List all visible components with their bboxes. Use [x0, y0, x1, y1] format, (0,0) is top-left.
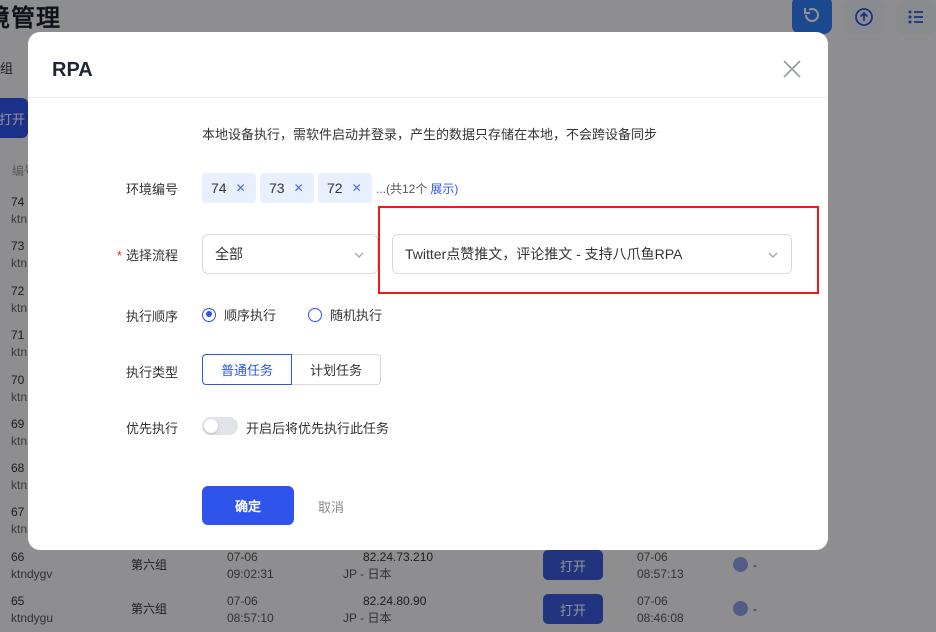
- env-label: 环境编号: [125, 182, 178, 197]
- radio-sequential[interactable]: 顺序执行: [202, 305, 276, 324]
- highlight-annotation: [378, 206, 819, 294]
- tab-scheduled-task[interactable]: 计划任务: [292, 354, 381, 385]
- close-icon[interactable]: [782, 59, 802, 79]
- type-label: 执行类型: [125, 365, 178, 380]
- flow-category-select[interactable]: 全部: [202, 234, 378, 274]
- dialog-title: RPA: [52, 59, 93, 81]
- env-tag: 74 ✕: [202, 173, 256, 203]
- dialog-header: RPA: [28, 32, 828, 98]
- remove-tag-icon[interactable]: ✕: [294, 181, 304, 195]
- env-more: ...(共12个 展示): [376, 182, 459, 196]
- notice-text: 本地设备执行，需软件启动并登录，产生的数据只存储在本地，不会跨设备同步: [202, 127, 658, 142]
- type-segmented: 普通任务 计划任务: [202, 354, 381, 385]
- env-tag: 72 ✕: [318, 173, 372, 203]
- order-label: 执行顺序: [125, 309, 178, 324]
- rpa-dialog: RPA 本地设备执行，需软件启动并登录，产生的数据只存储在本地，不会跨设备同步 …: [28, 32, 828, 550]
- priority-hint: 开启后将优先执行此任务: [246, 421, 390, 436]
- env-tag: 73 ✕: [260, 173, 314, 203]
- cancel-button[interactable]: 取消: [318, 497, 344, 516]
- remove-tag-icon[interactable]: ✕: [236, 181, 246, 195]
- chevron-down-icon: [354, 252, 364, 258]
- tab-normal-task[interactable]: 普通任务: [202, 354, 292, 385]
- remove-tag-icon[interactable]: ✕: [352, 181, 362, 195]
- expand-link[interactable]: 展示): [430, 182, 458, 196]
- flow-label: * 选择流程: [116, 248, 178, 263]
- confirm-button[interactable]: 确定: [202, 486, 294, 525]
- priority-label: 优先执行: [125, 421, 178, 436]
- priority-toggle[interactable]: [202, 417, 238, 435]
- order-radio-group: 顺序执行 随机执行: [202, 305, 414, 324]
- radio-random[interactable]: 随机执行: [308, 305, 382, 324]
